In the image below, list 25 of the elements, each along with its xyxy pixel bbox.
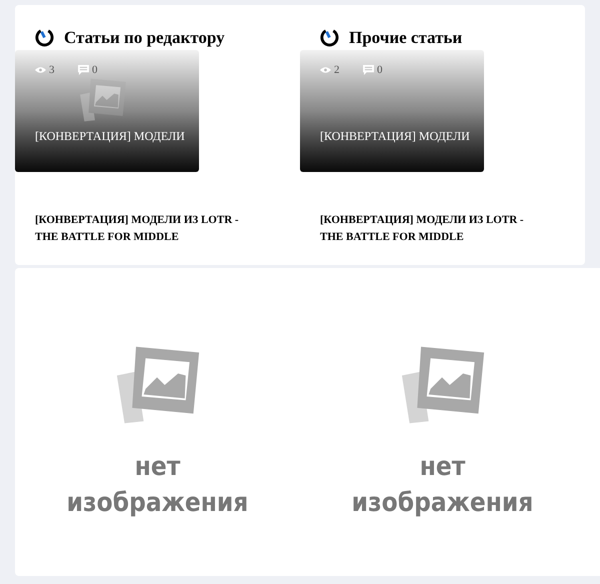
article-title-link[interactable]: [КОНВЕРТАЦИЯ] МОДЕЛИ ИЗ LOTR - THE BATTLE FOR MIDDLE bbox=[35, 212, 257, 246]
comment-count: 0 bbox=[377, 63, 382, 78]
section-heading: Прочие статьи bbox=[349, 26, 462, 49]
thumbnail-caption: [КОНВЕРТАЦИЯ] МОДЕЛИ bbox=[320, 128, 470, 145]
timer-icon bbox=[35, 28, 54, 47]
eye-icon bbox=[320, 66, 331, 74]
no-image-label: изображения bbox=[66, 487, 248, 520]
image-placeholder-icon bbox=[114, 345, 200, 425]
eye-icon bbox=[35, 66, 46, 74]
article-thumbnail[interactable]: 3 0 [КОНВЕРТАЦИЯ] МОДЕЛИ bbox=[15, 50, 199, 172]
article-thumbnail[interactable]: 2 0 [КОНВЕРТАЦИЯ] МОДЕЛИ bbox=[300, 50, 484, 172]
view-count: 3 bbox=[49, 63, 54, 78]
view-count: 2 bbox=[334, 63, 340, 78]
timer-icon bbox=[320, 28, 339, 47]
image-placeholder-icon bbox=[79, 78, 127, 122]
no-image-label: нет bbox=[420, 451, 466, 484]
section-heading: Статьи по редактору bbox=[64, 26, 225, 49]
comment-icon bbox=[78, 65, 89, 76]
comment-icon bbox=[363, 65, 374, 76]
thumbnail-caption: [КОНВЕРТАЦИЯ] МОДЕЛИ bbox=[35, 128, 185, 145]
image-placeholder-icon bbox=[400, 345, 486, 425]
article-title-link[interactable]: [КОНВЕРТАЦИЯ] МОДЕЛИ ИЗ LOTR - THE BATTLE FOR MIDDLE bbox=[320, 212, 542, 246]
comment-count: 0 bbox=[92, 63, 98, 78]
no-image-label: нет bbox=[134, 451, 180, 484]
no-image-label: изображения bbox=[352, 487, 534, 520]
